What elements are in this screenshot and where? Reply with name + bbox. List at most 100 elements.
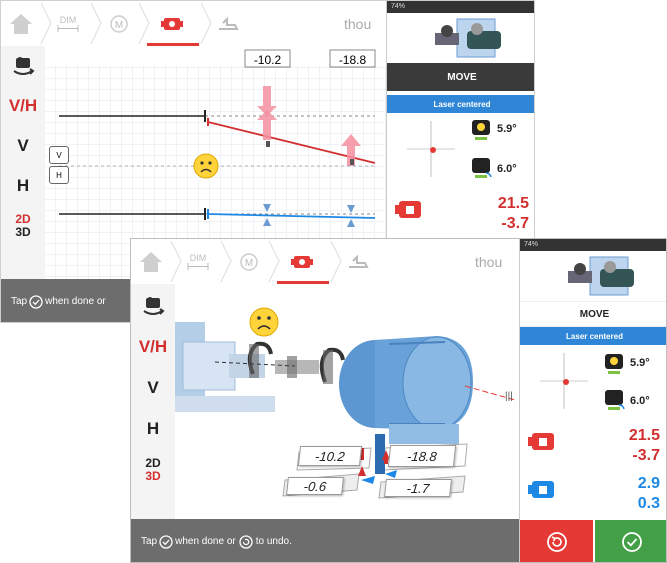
- view-toggle-button[interactable]: [1, 50, 45, 82]
- h-tag-label: H: [56, 170, 62, 180]
- svg-text:M: M: [245, 258, 253, 269]
- readout-left: -10.2: [253, 53, 282, 67]
- h-tag: H: [49, 166, 69, 184]
- hint-mid: when done or: [45, 296, 106, 307]
- battery-level: 74%: [524, 241, 539, 248]
- v-tag-label: V: [56, 150, 62, 160]
- mode-sidebar: V/H V H 2D 3D: [131, 284, 175, 519]
- h-mode-button[interactable]: H: [1, 170, 45, 202]
- machine-thumbnail-icon: [435, 18, 501, 58]
- panel-collapse-handle[interactable]: |||: [505, 391, 513, 402]
- h-mode-button[interactable]: H: [131, 412, 175, 446]
- laser-status: Laser centered: [387, 95, 534, 113]
- machine-view-icon: [143, 297, 165, 315]
- h-mode-label: H: [146, 419, 160, 438]
- alignment-icon: [349, 254, 369, 268]
- vertical-gap: 21.5: [497, 195, 529, 212]
- alignment-step[interactable]: [213, 1, 243, 46]
- v-mode-label: V: [17, 136, 29, 155]
- v-mode-button[interactable]: V: [131, 372, 175, 404]
- vertical-machine-icon[interactable]: [395, 197, 425, 223]
- home-icon: [140, 251, 162, 272]
- undo-icon: [546, 532, 567, 552]
- reflector-angle: 6.0°: [497, 163, 517, 175]
- mode-sidebar: V/H V H 2D 3D: [1, 46, 45, 279]
- v-tag: V: [49, 146, 69, 164]
- reflector-angle: 6.0°: [630, 395, 650, 407]
- move-label: MOVE: [447, 71, 477, 83]
- horizontal-machine-icon[interactable]: [528, 477, 558, 503]
- hint-suffix: to undo.: [255, 536, 292, 547]
- sensor-icon: [472, 120, 490, 140]
- vh-mode-button[interactable]: V/H: [1, 90, 45, 122]
- mode-3d-label: 3D: [145, 469, 161, 483]
- v-mode-button[interactable]: V: [1, 130, 45, 162]
- ok-button[interactable]: [595, 520, 666, 562]
- workflow-nav: DIM M thou: [1, 1, 386, 47]
- laser-label: Laser centered: [566, 331, 623, 341]
- reflector-icon: [472, 158, 492, 178]
- workflow-nav: DIM M thou: [131, 239, 519, 285]
- home-button[interactable]: [135, 239, 167, 284]
- move-button[interactable]: MOVE: [387, 63, 534, 91]
- unit-label[interactable]: thou: [344, 1, 371, 46]
- hint-mid: when done or: [175, 536, 236, 547]
- undo-button[interactable]: [520, 520, 593, 562]
- status-bar: 74%: [520, 239, 666, 251]
- mode-3d-label: 3D: [15, 225, 31, 239]
- hint-bar: Tap when done or to undo.: [131, 519, 519, 562]
- results-icon: [161, 17, 183, 30]
- alignment-icon: [219, 16, 239, 30]
- reflector-icon: [605, 390, 625, 410]
- home-button[interactable]: [5, 1, 37, 46]
- v-mode-label: V: [147, 378, 159, 397]
- machine-3d-view: [175, 284, 519, 519]
- dimension-toggle-button[interactable]: 2D 3D: [1, 208, 45, 244]
- sensor-angle: 5.9°: [497, 123, 517, 135]
- vertical-offset: -3.7: [501, 215, 529, 232]
- status-bar: 74%: [387, 1, 534, 13]
- measure-icon: M: [110, 14, 128, 33]
- move-button[interactable]: MOVE: [520, 301, 666, 327]
- laser-status: Laser centered: [520, 327, 666, 345]
- dimensions-label: DIM: [189, 253, 207, 263]
- machine-thumbnail-icon: [568, 256, 634, 296]
- ok-icon: [29, 294, 43, 309]
- results-step[interactable]: [151, 1, 193, 46]
- results-step[interactable]: [281, 239, 323, 284]
- dimensions-icon: [57, 25, 79, 32]
- vh-mode-label: V/H: [8, 96, 38, 115]
- vh-mode-button[interactable]: V/H: [131, 330, 175, 364]
- dimension-toggle-button[interactable]: 2D 3D: [131, 452, 175, 488]
- horizontal-offset: 0.3: [637, 495, 660, 512]
- vertical-machine-icon[interactable]: [528, 429, 558, 455]
- results-icon: [291, 255, 313, 268]
- smiley-icon: [193, 153, 219, 179]
- vertical-gap: 21.5: [628, 427, 660, 444]
- battery-level: 74%: [391, 3, 406, 10]
- move-label: MOVE: [579, 308, 610, 320]
- smiley-icon: [249, 307, 279, 337]
- readout-right: -18.8: [338, 53, 367, 67]
- ok-icon: [622, 532, 642, 552]
- sensor-icon: [605, 354, 623, 374]
- hint-prefix: Tap: [141, 536, 158, 547]
- vh-mode-label: V/H: [138, 337, 168, 356]
- home-icon: [10, 13, 32, 34]
- dimensions-label: DIM: [59, 15, 77, 25]
- laser-target: [407, 121, 455, 177]
- feet-value-near-horizontal: -0.6: [286, 477, 344, 495]
- horizontal-gap: 2.9: [637, 475, 660, 492]
- feet-value-far-horizontal: -1.7: [384, 479, 452, 497]
- dimensions-step[interactable]: DIM: [183, 239, 213, 284]
- machine-view-icon: [13, 57, 35, 75]
- hint-prefix: Tap: [11, 296, 28, 307]
- side-panel: 74% MOVE Laser centered 5.9° 6.0° 21.5 -…: [519, 239, 666, 562]
- laser-target: [540, 353, 588, 409]
- view-toggle-button[interactable]: [131, 290, 175, 322]
- measure-step[interactable]: M: [104, 1, 134, 46]
- unit-label[interactable]: thou: [475, 239, 502, 284]
- alignment-step[interactable]: [343, 239, 373, 284]
- dimensions-step[interactable]: DIM: [53, 1, 83, 46]
- measure-step[interactable]: M: [234, 239, 264, 284]
